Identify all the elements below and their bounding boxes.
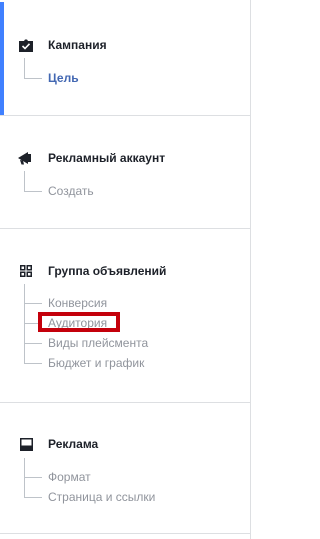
section-divider [0,115,251,116]
tree-branch [24,190,42,192]
section-divider [0,228,251,229]
nav-item-page-links[interactable]: Страница и ссылки [24,489,155,505]
nav-item-create-label: Создать [48,184,94,198]
ad-layout-icon [18,436,34,452]
nav-item-conversion-label: Конверсия [48,296,108,310]
nav-item-format[interactable]: Формат [24,469,91,485]
section-campaign-header[interactable]: Кампания [18,36,107,54]
nav-item-budget-schedule[interactable]: Бюджет и график [24,355,144,371]
section-ad-set-header[interactable]: Группа объявлений [18,262,166,280]
megaphone-icon [18,150,34,166]
nav-item-create[interactable]: Создать [24,183,94,199]
nav-item-goal[interactable]: Цель [24,70,79,86]
nav-item-conversion[interactable]: Конверсия [24,295,107,311]
nav-item-format-label: Формат [48,470,91,484]
tree-branch [24,302,42,304]
section-campaign-title: Кампания [48,38,107,52]
nav-item-page-links-label: Страница и ссылки [48,490,156,504]
nav-item-goal-label: Цель [48,71,79,85]
nav-item-budget-schedule-label: Бюджет и график [48,356,145,370]
section-ad-account-title: Рекламный аккаунт [48,151,166,165]
active-section-indicator [0,2,4,115]
tree-branch [24,362,42,364]
section-divider [0,402,251,403]
navigation-panel: Кампания Цель Рекламный аккаунт Создать [0,0,254,539]
tree-branch [24,476,42,478]
audience-highlight-box [38,312,120,332]
section-ad-header[interactable]: Реклама [18,435,98,453]
panel-border [250,0,251,539]
nav-item-placements[interactable]: Виды плейсмента [24,335,148,351]
tree-branch [24,496,42,498]
section-divider [0,533,251,534]
section-ad-set-title: Группа объявлений [48,264,167,278]
tree-branch [24,342,42,344]
section-ad-account-header[interactable]: Рекламный аккаунт [18,149,165,167]
briefcase-check-icon [18,37,34,53]
tree-branch [24,77,42,79]
nav-item-placements-label: Виды плейсмента [48,336,149,350]
grid-icon [18,263,34,279]
section-ad-title: Реклама [48,437,99,451]
